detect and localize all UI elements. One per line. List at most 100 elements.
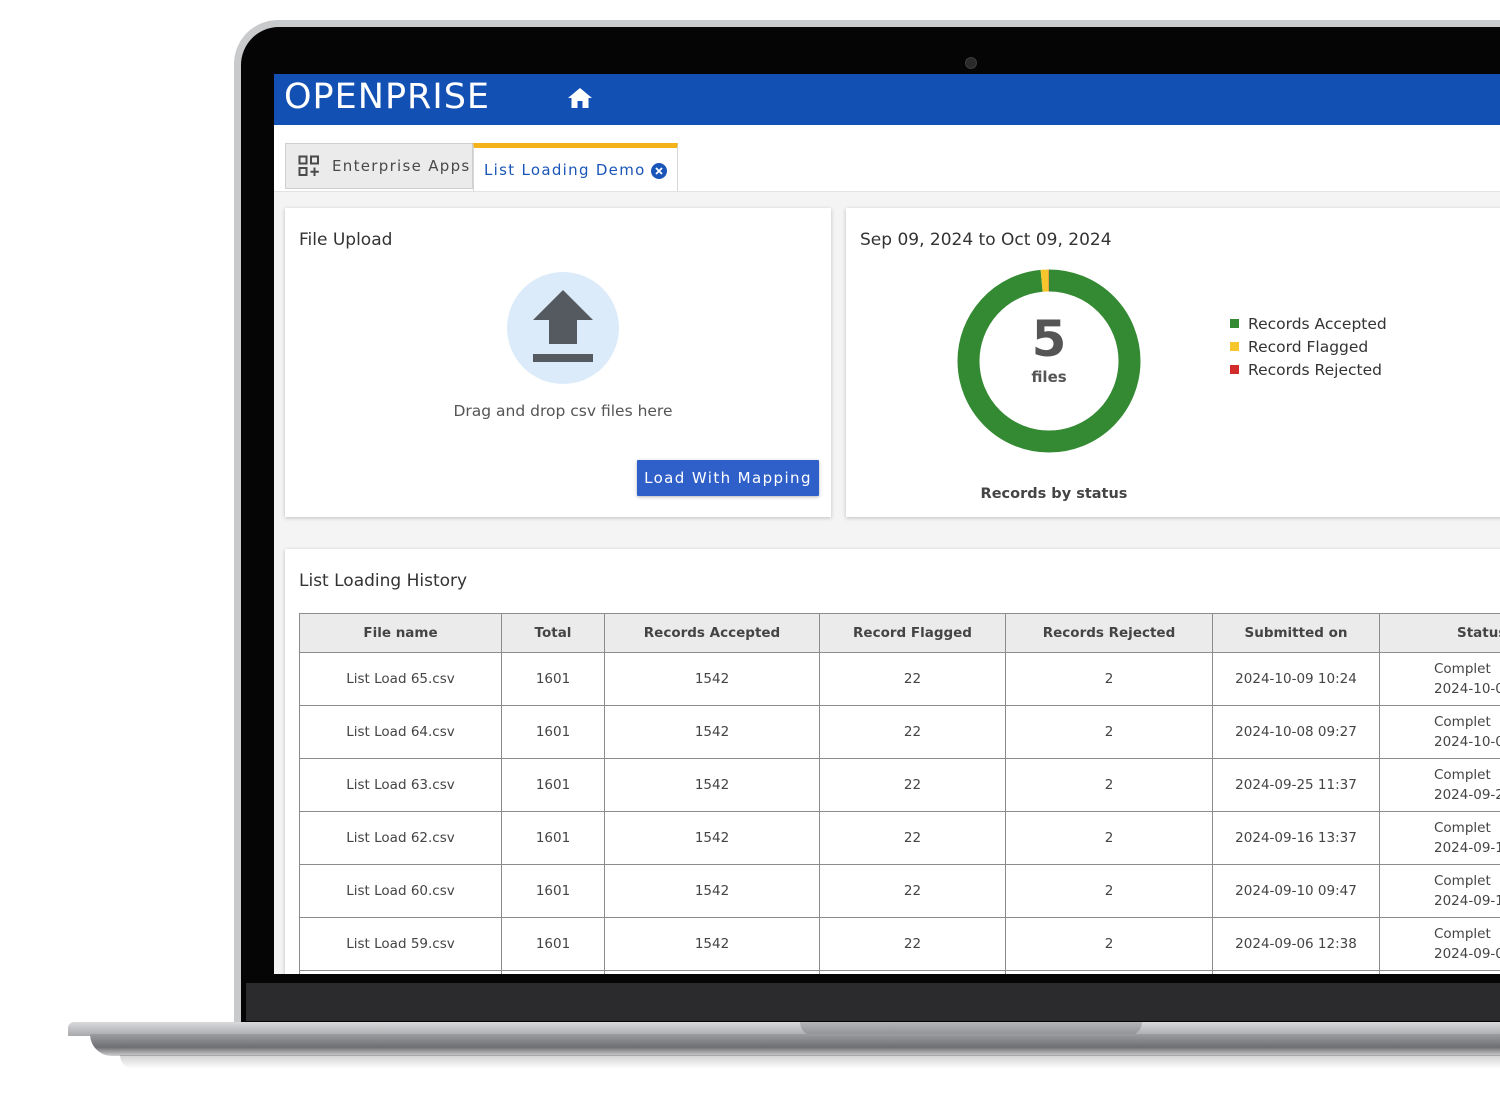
cell-accepted bbox=[604, 970, 820, 974]
tab-list-loading-demo[interactable]: List Loading Demo bbox=[473, 143, 678, 191]
cell-status: Complet 2024-09-10 bbox=[1379, 864, 1500, 918]
legend-item-rejected: Records Rejected bbox=[1230, 358, 1387, 381]
status-text: Complet bbox=[1434, 820, 1491, 836]
drop-hint-text: Drag and drop csv files here bbox=[453, 402, 673, 420]
cell-rejected: 2 bbox=[1005, 652, 1213, 706]
close-circle-icon[interactable] bbox=[651, 163, 667, 179]
list-loading-history-card: List Loading History File name Total Rec… bbox=[285, 549, 1500, 974]
cell-rejected: 2 bbox=[1005, 917, 1213, 971]
cell-total bbox=[501, 970, 605, 974]
cell-total: 1601 bbox=[501, 917, 605, 971]
laptop-shadow bbox=[120, 1055, 1500, 1069]
legend-label: Record Flagged bbox=[1248, 337, 1369, 356]
cell-flagged: 22 bbox=[819, 758, 1006, 812]
cell-file-name: List Load 64.csv bbox=[299, 705, 502, 759]
chart-caption: Records by status bbox=[980, 486, 1128, 502]
laptop-base-bottom bbox=[90, 1034, 1500, 1056]
upload-dropzone[interactable] bbox=[507, 272, 619, 384]
cell-submitted-on: 2024-10-09 10:24 bbox=[1212, 652, 1380, 706]
cell-submitted-on: 2024-10-08 09:27 bbox=[1212, 705, 1380, 759]
column-header[interactable]: Record Flagged bbox=[819, 613, 1006, 653]
cell-rejected: 2 bbox=[1005, 864, 1213, 918]
table-row[interactable] bbox=[299, 970, 1500, 974]
cell-status: Complet 2024-09-16 bbox=[1379, 811, 1500, 865]
status-date: 2024-10-08 bbox=[1434, 734, 1500, 750]
legend-swatch bbox=[1230, 365, 1239, 374]
status-text: Complet bbox=[1434, 926, 1491, 942]
date-range-title: Sep 09, 2024 to Oct 09, 2024 bbox=[860, 230, 1112, 250]
cell-file-name bbox=[299, 970, 502, 974]
card-title: File Upload bbox=[299, 230, 393, 250]
load-with-mapping-button[interactable]: Load With Mapping bbox=[637, 460, 819, 496]
legend-item-flagged: Record Flagged bbox=[1230, 335, 1387, 358]
cell-flagged: 22 bbox=[819, 652, 1006, 706]
cell-flagged: 22 bbox=[819, 917, 1006, 971]
cell-status: Complet 2024-10-09 bbox=[1379, 652, 1500, 706]
cell-flagged bbox=[819, 970, 1006, 974]
cell-status: Complet 2024-09-25 bbox=[1379, 758, 1500, 812]
cell-file-name: List Load 59.csv bbox=[299, 917, 502, 971]
status-date: 2024-10-09 bbox=[1434, 681, 1500, 697]
cell-accepted: 1542 bbox=[604, 758, 820, 812]
status-date: 2024-09-10 bbox=[1434, 893, 1500, 909]
cell-status: Complet 2024-10-08 bbox=[1379, 705, 1500, 759]
cell-submitted-on: 2024-09-16 13:37 bbox=[1212, 811, 1380, 865]
cell-total: 1601 bbox=[501, 864, 605, 918]
cell-status bbox=[1379, 970, 1500, 974]
legend-label: Records Accepted bbox=[1248, 314, 1387, 333]
cell-flagged: 22 bbox=[819, 705, 1006, 759]
legend-swatch bbox=[1230, 319, 1239, 328]
brand-logo[interactable]: OPENPRISE bbox=[284, 77, 490, 117]
laptop-chin bbox=[246, 983, 1500, 1021]
cell-accepted: 1542 bbox=[604, 811, 820, 865]
table-row[interactable]: List Load 62.csv 1601 1542 22 2 2024-09-… bbox=[299, 811, 1500, 865]
cell-file-name: List Load 65.csv bbox=[299, 652, 502, 706]
cell-total: 1601 bbox=[501, 705, 605, 759]
status-text: Complet bbox=[1434, 873, 1491, 889]
legend-item-accepted: Records Accepted bbox=[1230, 312, 1387, 335]
cell-rejected: 2 bbox=[1005, 758, 1213, 812]
cell-accepted: 1542 bbox=[604, 864, 820, 918]
cell-file-name: List Load 62.csv bbox=[299, 811, 502, 865]
status-text: Complet bbox=[1434, 661, 1491, 677]
status-text: Complet bbox=[1434, 767, 1491, 783]
table-row[interactable]: List Load 63.csv 1601 1542 22 2 2024-09-… bbox=[299, 758, 1500, 812]
cell-rejected: 2 bbox=[1005, 705, 1213, 759]
cell-file-name: List Load 63.csv bbox=[299, 758, 502, 812]
status-date: 2024-09-16 bbox=[1434, 840, 1500, 856]
card-title: List Loading History bbox=[299, 571, 468, 591]
cell-accepted: 1542 bbox=[604, 705, 820, 759]
table-row[interactable]: List Load 59.csv 1601 1542 22 2 2024-09-… bbox=[299, 917, 1500, 971]
cell-total: 1601 bbox=[501, 652, 605, 706]
cell-submitted-on: 2024-09-10 09:47 bbox=[1212, 864, 1380, 918]
table-row[interactable]: List Load 65.csv 1601 1542 22 2 2024-10-… bbox=[299, 652, 1500, 706]
files-unit-label: files bbox=[1031, 368, 1067, 386]
column-header[interactable]: Total bbox=[501, 613, 605, 653]
tab-label: List Loading Demo bbox=[484, 160, 646, 179]
column-header[interactable]: Records Accepted bbox=[604, 613, 820, 653]
upload-icon bbox=[533, 290, 593, 362]
cell-submitted-on bbox=[1212, 970, 1380, 974]
legend-label: Records Rejected bbox=[1248, 360, 1382, 379]
cell-flagged: 22 bbox=[819, 864, 1006, 918]
cell-status: Complet 2024-09-06 bbox=[1379, 917, 1500, 971]
table-header-row: File name Total Records Accepted Record … bbox=[299, 613, 1500, 653]
column-header[interactable]: File name bbox=[299, 613, 502, 653]
column-header[interactable]: Status bbox=[1379, 613, 1500, 653]
cell-file-name: List Load 60.csv bbox=[299, 864, 502, 918]
status-date: 2024-09-06 bbox=[1434, 946, 1500, 962]
cell-submitted-on: 2024-09-06 12:38 bbox=[1212, 917, 1380, 971]
home-icon[interactable] bbox=[567, 86, 593, 110]
tab-label: Enterprise Apps bbox=[332, 157, 471, 175]
chart-legend: Records Accepted Record Flagged Records … bbox=[1230, 312, 1387, 381]
column-header[interactable]: Records Rejected bbox=[1005, 613, 1213, 653]
files-count: 5 bbox=[1031, 310, 1067, 368]
legend-swatch bbox=[1230, 342, 1239, 351]
table-row[interactable]: List Load 64.csv 1601 1542 22 2 2024-10-… bbox=[299, 705, 1500, 759]
app-screen: OPENPRISE Enterprise Apps List Loading D… bbox=[274, 74, 1500, 974]
tab-enterprise-apps[interactable]: Enterprise Apps bbox=[285, 143, 473, 189]
cell-accepted: 1542 bbox=[604, 652, 820, 706]
column-header[interactable]: Submitted on bbox=[1212, 613, 1380, 653]
table-row[interactable]: List Load 60.csv 1601 1542 22 2 2024-09-… bbox=[299, 864, 1500, 918]
history-table: File name Total Records Accepted Record … bbox=[299, 613, 1500, 974]
